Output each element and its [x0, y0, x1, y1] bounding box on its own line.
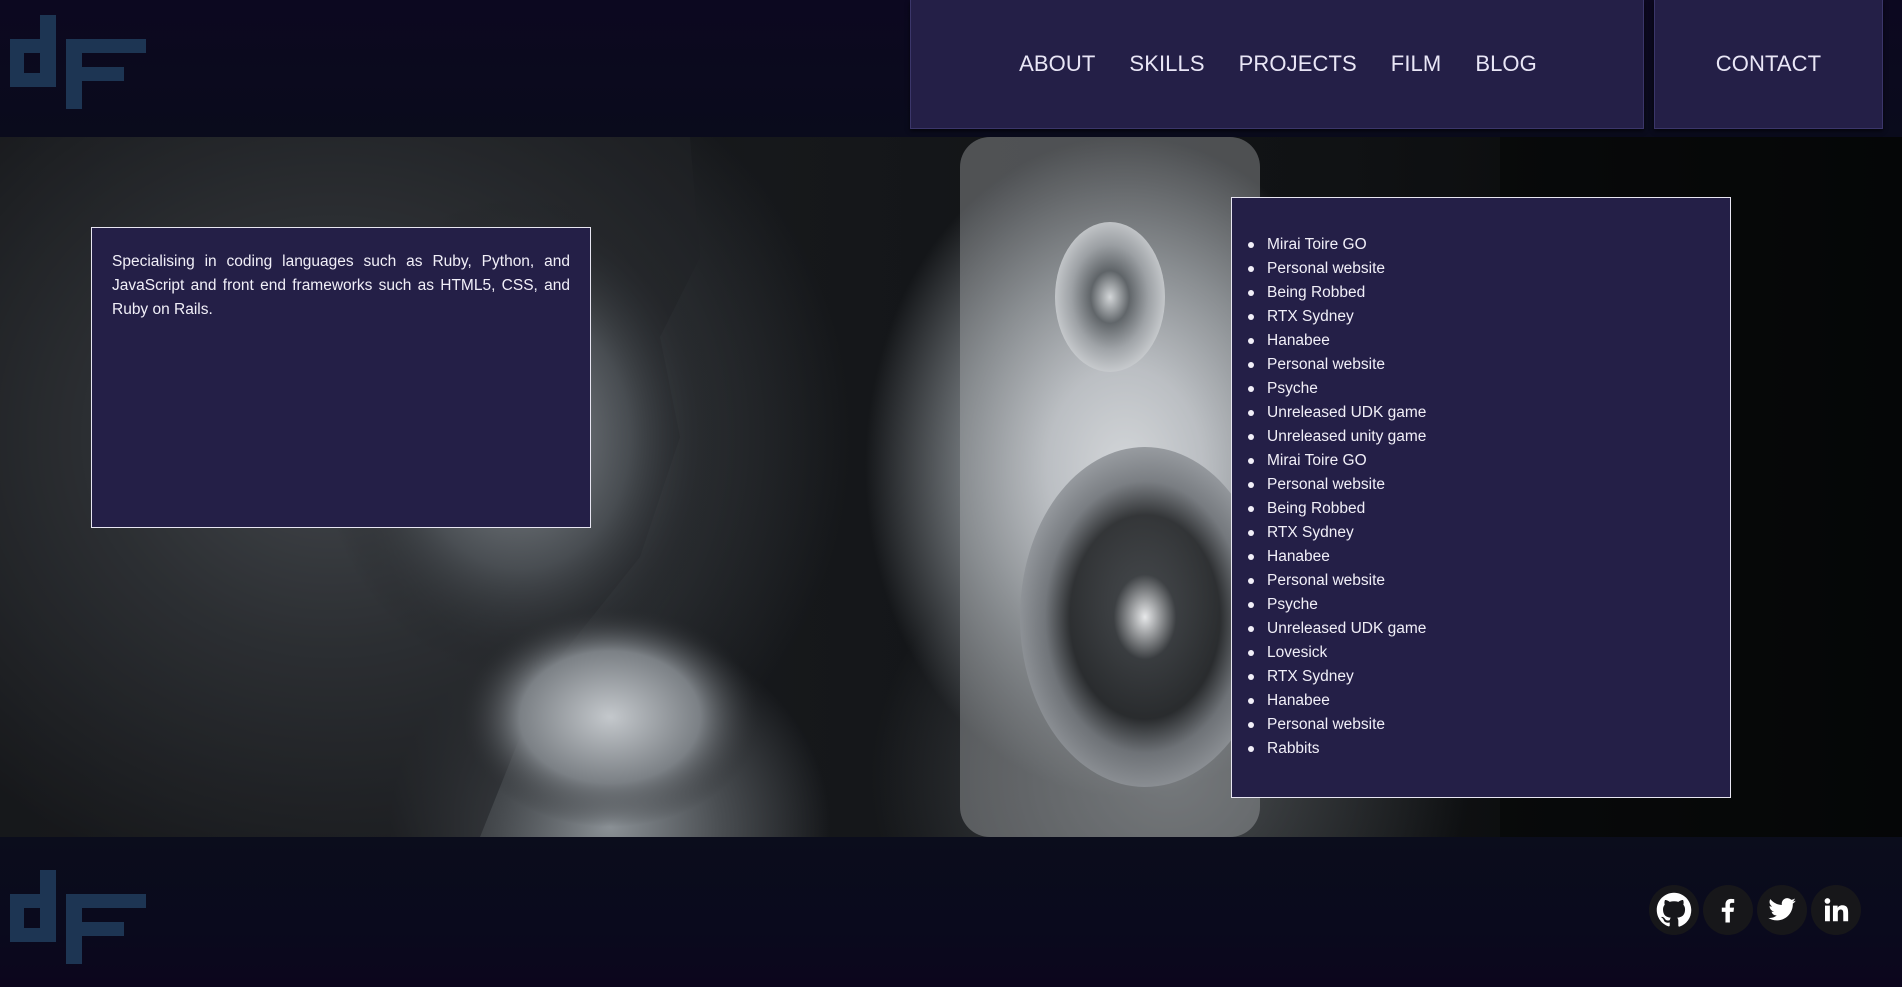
project-label: Lovesick	[1267, 644, 1328, 661]
project-label: Personal website	[1267, 572, 1386, 589]
bullet-icon	[1248, 746, 1254, 752]
footer-logo[interactable]	[10, 870, 146, 964]
project-item[interactable]: Being Robbed	[1246, 497, 1710, 521]
bullet-icon	[1248, 362, 1254, 368]
project-label: Hanabee	[1267, 332, 1330, 349]
project-item[interactable]: Psyche	[1246, 377, 1710, 401]
bullet-icon	[1248, 602, 1254, 608]
project-item[interactable]: Rabbits	[1246, 737, 1710, 761]
project-label: RTX Sydney	[1267, 668, 1354, 685]
nav-skills[interactable]: SKILLS	[1129, 51, 1204, 77]
project-item[interactable]: Personal website	[1246, 569, 1710, 593]
linkedin-icon	[1824, 898, 1849, 922]
contact-panel: CONTACT	[1654, 0, 1883, 129]
project-item[interactable]: RTX Sydney	[1246, 305, 1710, 329]
github-link[interactable]	[1649, 885, 1699, 935]
bullet-icon	[1248, 506, 1254, 512]
project-label: Mirai Toire GO	[1267, 236, 1367, 253]
project-item[interactable]: Lovesick	[1246, 641, 1710, 665]
project-label: Being Robbed	[1267, 284, 1366, 301]
project-item[interactable]: Personal website	[1246, 257, 1710, 281]
project-item[interactable]: Unreleased UDK game	[1246, 401, 1710, 425]
bullet-icon	[1248, 458, 1254, 464]
facebook-link[interactable]	[1703, 885, 1753, 935]
nav-film[interactable]: FILM	[1391, 51, 1442, 77]
project-item[interactable]: Personal website	[1246, 713, 1710, 737]
nav-projects[interactable]: PROJECTS	[1239, 51, 1357, 77]
bullet-icon	[1248, 242, 1254, 248]
bullet-icon	[1248, 650, 1254, 656]
project-item[interactable]: RTX Sydney	[1246, 665, 1710, 689]
about-text: Specialising in coding languages such as…	[112, 253, 570, 318]
logo-mark-icon	[10, 15, 146, 109]
project-label: RTX Sydney	[1267, 308, 1354, 325]
about-panel: Specialising in coding languages such as…	[91, 227, 591, 528]
social-links	[1649, 885, 1865, 935]
bullet-icon	[1248, 578, 1254, 584]
project-label: Hanabee	[1267, 692, 1330, 709]
facebook-icon	[1721, 898, 1735, 923]
bullet-icon	[1248, 674, 1254, 680]
page: ABOUT SKILLS PROJECTS FILM BLOG CONTACT	[0, 0, 1902, 987]
bullet-icon	[1248, 338, 1254, 344]
bullet-icon	[1248, 290, 1254, 296]
github-icon	[1656, 892, 1692, 927]
project-label: Personal website	[1267, 476, 1386, 493]
project-label: Personal website	[1267, 716, 1386, 733]
bullet-icon	[1248, 554, 1254, 560]
project-item[interactable]: Mirai Toire GO	[1246, 449, 1710, 473]
bullet-icon	[1248, 530, 1254, 536]
project-label: Unreleased unity game	[1267, 428, 1427, 445]
bullet-icon	[1248, 722, 1254, 728]
project-item[interactable]: RTX Sydney	[1246, 521, 1710, 545]
bullet-icon	[1248, 266, 1254, 272]
project-label: Rabbits	[1267, 740, 1320, 757]
project-item[interactable]: Mirai Toire GO	[1246, 233, 1710, 257]
project-item[interactable]: Psyche	[1246, 593, 1710, 617]
project-item[interactable]: Unreleased unity game	[1246, 425, 1710, 449]
bullet-icon	[1248, 698, 1254, 704]
bullet-icon	[1248, 386, 1254, 392]
project-label: Psyche	[1267, 596, 1318, 613]
bullet-icon	[1248, 626, 1254, 632]
bullet-icon	[1248, 410, 1254, 416]
projects-list: Mirai Toire GO Personal website Being Robb…	[1246, 233, 1710, 761]
nav-blog[interactable]: BLOG	[1475, 51, 1537, 77]
project-item[interactable]: Hanabee	[1246, 329, 1710, 353]
twitter-icon	[1768, 898, 1796, 921]
project-label: Unreleased UDK game	[1267, 620, 1427, 637]
project-label: Unreleased UDK game	[1267, 404, 1427, 421]
hero-section: Specialising in coding languages such as…	[0, 137, 1902, 837]
bullet-icon	[1248, 434, 1254, 440]
bullet-icon	[1248, 482, 1254, 488]
project-item[interactable]: Personal website	[1246, 473, 1710, 497]
project-item[interactable]: Unreleased UDK game	[1246, 617, 1710, 641]
project-item[interactable]: Being Robbed	[1246, 281, 1710, 305]
logo-mark-icon	[10, 870, 146, 964]
site-header: ABOUT SKILLS PROJECTS FILM BLOG CONTACT	[0, 0, 1902, 137]
project-label: Hanabee	[1267, 548, 1330, 565]
project-item[interactable]: Hanabee	[1246, 545, 1710, 569]
project-item[interactable]: Personal website	[1246, 353, 1710, 377]
site-footer	[0, 837, 1902, 987]
linkedin-link[interactable]	[1811, 885, 1861, 935]
site-logo[interactable]	[10, 15, 146, 109]
project-label: Mirai Toire GO	[1267, 452, 1367, 469]
project-label: Psyche	[1267, 380, 1318, 397]
project-item[interactable]: Hanabee	[1246, 689, 1710, 713]
bullet-icon	[1248, 314, 1254, 320]
twitter-link[interactable]	[1757, 885, 1807, 935]
nav-about[interactable]: ABOUT	[1019, 51, 1095, 77]
main-nav: ABOUT SKILLS PROJECTS FILM BLOG	[910, 0, 1644, 129]
project-label: Personal website	[1267, 260, 1386, 277]
nav-contact[interactable]: CONTACT	[1716, 51, 1821, 77]
project-label: Personal website	[1267, 356, 1386, 373]
project-label: RTX Sydney	[1267, 524, 1354, 541]
project-label: Being Robbed	[1267, 500, 1366, 517]
projects-panel: Mirai Toire GO Personal website Being Robb…	[1231, 197, 1731, 798]
